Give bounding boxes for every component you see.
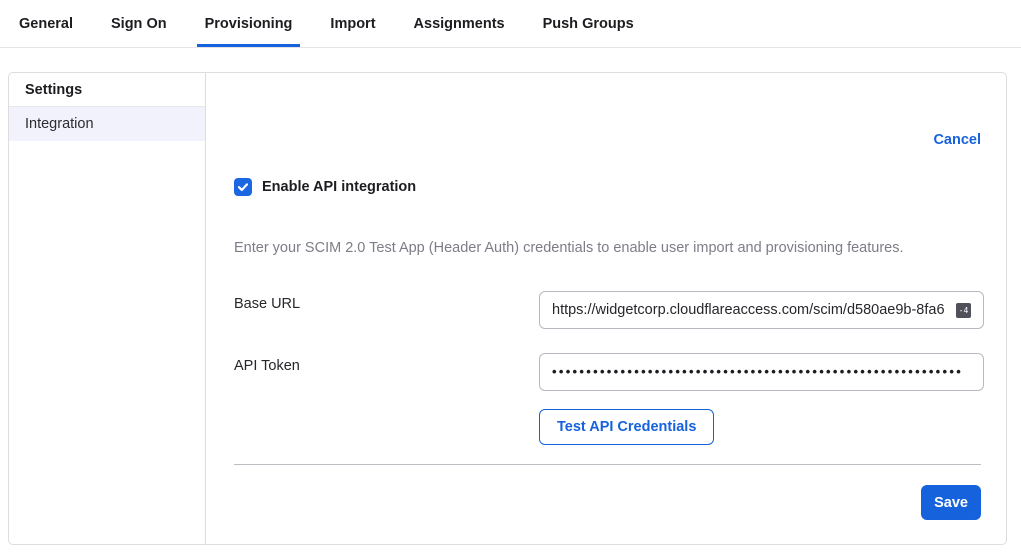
tab-import[interactable]: Import xyxy=(329,0,376,47)
base-url-value: https://widgetcorp.cloudflareaccess.com/… xyxy=(552,302,955,318)
tab-sign-on[interactable]: Sign On xyxy=(110,0,168,47)
tab-general[interactable]: General xyxy=(18,0,74,47)
api-token-input[interactable]: ••••••••••••••••••••••••••••••••••••••••… xyxy=(539,353,984,391)
test-api-credentials-button[interactable]: Test API Credentials xyxy=(539,409,714,445)
api-token-label: API Token xyxy=(234,358,300,374)
tab-push-groups[interactable]: Push Groups xyxy=(542,0,635,47)
integration-settings-form: Cancel Enable API integration Enter your… xyxy=(206,73,1006,544)
base-url-input[interactable]: https://widgetcorp.cloudflareaccess.com/… xyxy=(539,291,984,329)
cancel-button[interactable]: Cancel xyxy=(933,132,981,148)
tab-provisioning[interactable]: Provisioning xyxy=(204,0,294,47)
provisioning-panel: Settings Integration Cancel Enable API i… xyxy=(8,72,1007,545)
credentials-description: Enter your SCIM 2.0 Test App (Header Aut… xyxy=(234,240,981,256)
tab-assignments[interactable]: Assignments xyxy=(413,0,506,47)
footer-divider xyxy=(234,464,981,465)
sidebar-header-settings: Settings xyxy=(9,73,205,107)
app-tab-bar: General Sign On Provisioning Import Assi… xyxy=(0,0,1021,48)
sidebar-item-integration[interactable]: Integration xyxy=(9,107,205,141)
checkmark-icon xyxy=(237,181,249,193)
base-url-label: Base URL xyxy=(234,296,300,312)
api-token-masked-value: ••••••••••••••••••••••••••••••••••••••••… xyxy=(552,364,963,379)
save-button[interactable]: Save xyxy=(921,485,981,520)
enable-api-integration-row: Enable API integration xyxy=(234,178,416,196)
provisioning-page: General Sign On Provisioning Import Assi… xyxy=(0,0,1021,553)
enable-api-integration-label: Enable API integration xyxy=(262,179,416,195)
settings-sidebar: Settings Integration xyxy=(9,73,206,544)
clipped-text-cursor: -4 xyxy=(956,303,971,318)
enable-api-integration-checkbox[interactable] xyxy=(234,178,252,196)
